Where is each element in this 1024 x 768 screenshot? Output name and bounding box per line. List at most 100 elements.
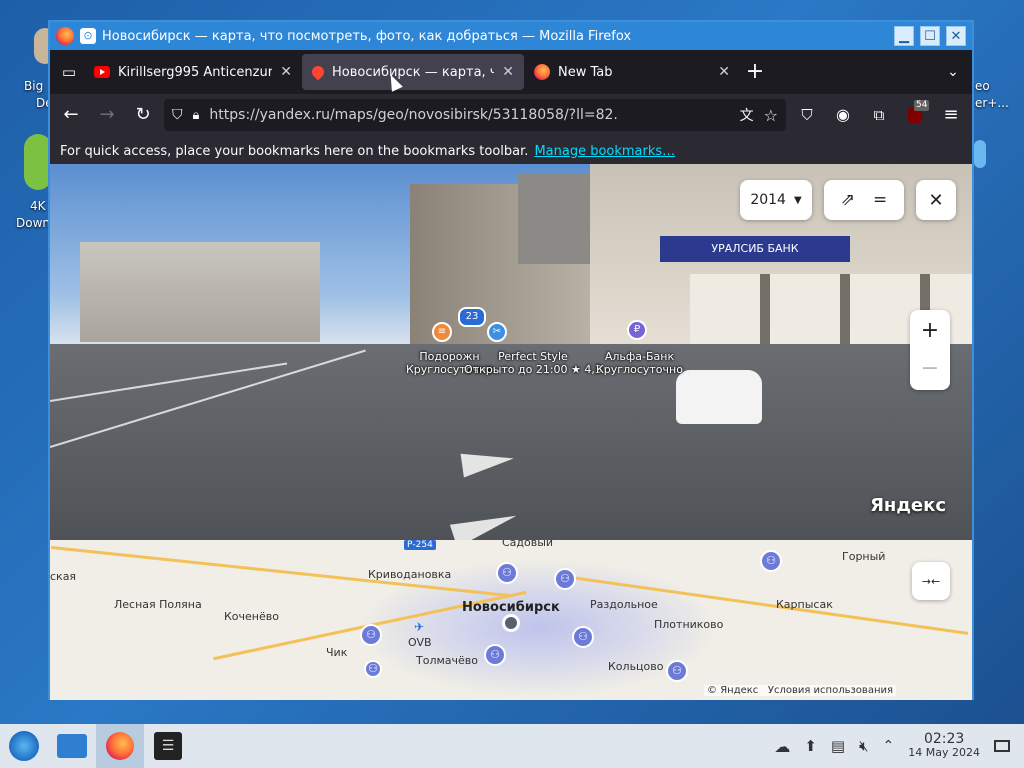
poi-bank-marker[interactable]: ₽ xyxy=(627,320,647,340)
manage-bookmarks-link[interactable]: Manage bookmarks… xyxy=(534,144,675,159)
taskbar: ☰ ☁ ⬆ ▤ 🔇︎ ⌃ 02:23 14 May 2024 xyxy=(0,724,1024,768)
clock[interactable]: 02:23 14 May 2024 xyxy=(908,732,980,760)
url-text[interactable]: https://yandex.ru/maps/geo/novosibirsk/5… xyxy=(209,107,729,123)
poi-cluster-marker[interactable]: 23 xyxy=(458,307,486,327)
youtube-icon xyxy=(94,66,110,78)
poi-pharmacy-marker[interactable]: ≡ xyxy=(432,322,452,342)
open-external-icon[interactable]: ⇗ xyxy=(841,190,855,210)
extensions-puzzle-icon[interactable]: ⧉ xyxy=(864,100,894,130)
list-all-tabs-chevron-icon[interactable]: ⌄ xyxy=(938,57,968,87)
maximize-button[interactable]: ☐ xyxy=(920,26,940,46)
panorama-balloon-icon[interactable]: ⚇ xyxy=(364,660,382,678)
bookmark-star-icon[interactable]: ☆ xyxy=(764,106,778,125)
settings-taskbar-button[interactable]: ☰ xyxy=(144,724,192,768)
lock-icon[interactable]: 🔒︎ xyxy=(193,108,200,123)
tracking-shield-icon[interactable]: ⛉ xyxy=(172,107,183,123)
window-title: Новосибирск — карта, что посмотреть, фот… xyxy=(102,28,632,44)
address-bar[interactable]: ⛉ 🔒︎ https://yandex.ru/maps/geo/novosibi… xyxy=(164,99,786,131)
account-icon[interactable]: ◉ xyxy=(828,100,858,130)
cloud-upload-icon[interactable]: ☁ xyxy=(774,737,790,756)
panorama-balloon-icon[interactable]: ⚇ xyxy=(484,644,506,666)
clock-time: 02:23 xyxy=(923,731,965,747)
map-city-novosibirsk[interactable]: Новосибирск xyxy=(462,600,560,615)
minimize-button[interactable]: ▁ xyxy=(894,26,914,46)
panorama-balloon-icon[interactable]: ⚇ xyxy=(554,568,576,590)
firefox-logo-icon xyxy=(56,27,74,45)
terms-of-use-link[interactable]: Условия использования xyxy=(768,685,893,696)
poi-beauty-marker[interactable]: ✂ xyxy=(487,322,507,342)
zoom-out-button[interactable]: − xyxy=(921,350,939,388)
map-town: Раздольное xyxy=(590,598,658,611)
zoom-control: + − xyxy=(910,310,950,390)
tray-expand-chevron-icon[interactable]: ⌃ xyxy=(883,738,895,754)
desktop-label-5: eo xyxy=(975,79,990,93)
file-manager-button[interactable] xyxy=(48,724,96,768)
close-window-button[interactable]: ✕ xyxy=(946,26,966,46)
ublock-origin-icon[interactable]: 54 xyxy=(900,100,930,130)
zoom-in-button[interactable]: + xyxy=(921,312,939,350)
map-town: Чик xyxy=(326,646,348,659)
reload-icon[interactable]: ↻ xyxy=(128,100,158,130)
map-pin-icon xyxy=(309,63,327,81)
firefox-view-icon[interactable]: ▭ xyxy=(54,57,84,87)
start-orb-icon xyxy=(9,731,39,761)
split-view-icon[interactable]: = xyxy=(873,190,887,210)
road-label: Р-254 xyxy=(404,540,436,550)
map-town: Кочeнёво xyxy=(224,610,279,623)
system-tray: ☁ ⬆ ▤ 🔇︎ ⌃ 02:23 14 May 2024 xyxy=(774,732,1024,760)
folder-icon xyxy=(57,734,87,758)
start-menu-button[interactable] xyxy=(0,724,48,768)
back-arrow-icon[interactable]: ← xyxy=(56,100,86,130)
poi-label-3[interactable]: Альфа-Банк Круглосуточно xyxy=(596,350,683,376)
panorama-balloon-icon[interactable]: ⚇ xyxy=(760,550,782,572)
tab-close-icon[interactable]: ✕ xyxy=(502,64,514,80)
desktop-label-3: 4K xyxy=(30,199,46,213)
map-town: ская xyxy=(50,570,77,583)
desktop-label-1: Big xyxy=(24,79,44,93)
panorama-balloon-icon[interactable]: ⚇ xyxy=(496,562,518,584)
tab-new-tab[interactable]: New Tab ✕ xyxy=(524,54,740,90)
updates-icon[interactable]: ⬆ xyxy=(804,737,817,755)
panorama-balloon-icon[interactable]: ⚇ xyxy=(572,626,594,648)
hamburger-menu-icon[interactable]: ≡ xyxy=(936,100,966,130)
mini-map[interactable]: Р-254 ская Криводановка Садовый Горный Л… xyxy=(50,540,972,700)
volume-muted-icon[interactable]: 🔇︎ xyxy=(859,737,868,755)
tab-bar: ▭ Kirillserg995 Anticenzura ✕ Новосибирс… xyxy=(50,50,972,94)
desktop-label-4: Down xyxy=(16,216,51,230)
tab-close-icon[interactable]: ✕ xyxy=(280,64,292,80)
window-titlebar[interactable]: ⊙ Новосибирск — карта, что посмотреть, ф… xyxy=(50,22,972,50)
poi-label-2[interactable]: Perfect Style Открыто до 21:00 ★ 4,3 xyxy=(464,350,602,376)
map-town: Кольцово xyxy=(608,660,664,673)
firefox-window: ⊙ Новосибирск — карта, что посмотреть, ф… xyxy=(48,20,974,700)
bookmarks-toolbar: For quick access, place your bookmarks h… xyxy=(50,136,972,166)
tab-youtube[interactable]: Kirillserg995 Anticenzura ✕ xyxy=(84,54,302,90)
collapse-map-button[interactable]: →← xyxy=(912,562,950,600)
panorama-balloon-icon[interactable]: ⚇ xyxy=(666,660,688,682)
new-tab-plus-icon[interactable]: + xyxy=(740,57,770,87)
firefox-taskbar-button[interactable] xyxy=(96,724,144,768)
close-panorama-button[interactable]: ✕ xyxy=(916,180,956,220)
year-selector[interactable]: 2014 ▼ xyxy=(740,180,812,220)
forward-arrow-icon[interactable]: → xyxy=(92,100,122,130)
navigation-toolbar: ← → ↻ ⛉ 🔒︎ https://yandex.ru/maps/geo/no… xyxy=(50,94,972,136)
desktop-label-6: er+... xyxy=(975,96,1009,110)
tab-novosibirsk[interactable]: Новосибирск — карта, что ✕ xyxy=(302,54,524,90)
airport-icon: ✈ xyxy=(414,620,425,634)
show-desktop-icon[interactable] xyxy=(994,740,1010,752)
tab-label: New Tab xyxy=(558,64,613,80)
map-town: Толмачёво xyxy=(416,654,478,667)
map-town: Плотниково xyxy=(654,618,724,631)
tab-close-icon[interactable]: ✕ xyxy=(718,64,730,80)
desktop-icon-3[interactable] xyxy=(974,140,986,168)
window-pin-icon[interactable]: ⊙ xyxy=(80,28,96,44)
panorama-balloon-icon[interactable]: ⚇ xyxy=(360,624,382,646)
pocket-icon[interactable]: ⛉ xyxy=(792,100,822,130)
clipboard-icon[interactable]: ▤ xyxy=(831,737,845,755)
left-building xyxy=(80,242,320,342)
map-town: Горный xyxy=(842,550,886,563)
street-panorama[interactable]: УРАЛСИБ БАНК ≡ 23 ✂ ₽ Подорожн Круглосут… xyxy=(50,164,972,540)
bookmarks-hint: For quick access, place your bookmarks h… xyxy=(60,143,529,159)
map-town: Карпысак xyxy=(776,598,833,611)
tab-label: Kirillserg995 Anticenzura xyxy=(118,64,273,80)
translate-icon[interactable]: 文 xyxy=(740,105,754,125)
